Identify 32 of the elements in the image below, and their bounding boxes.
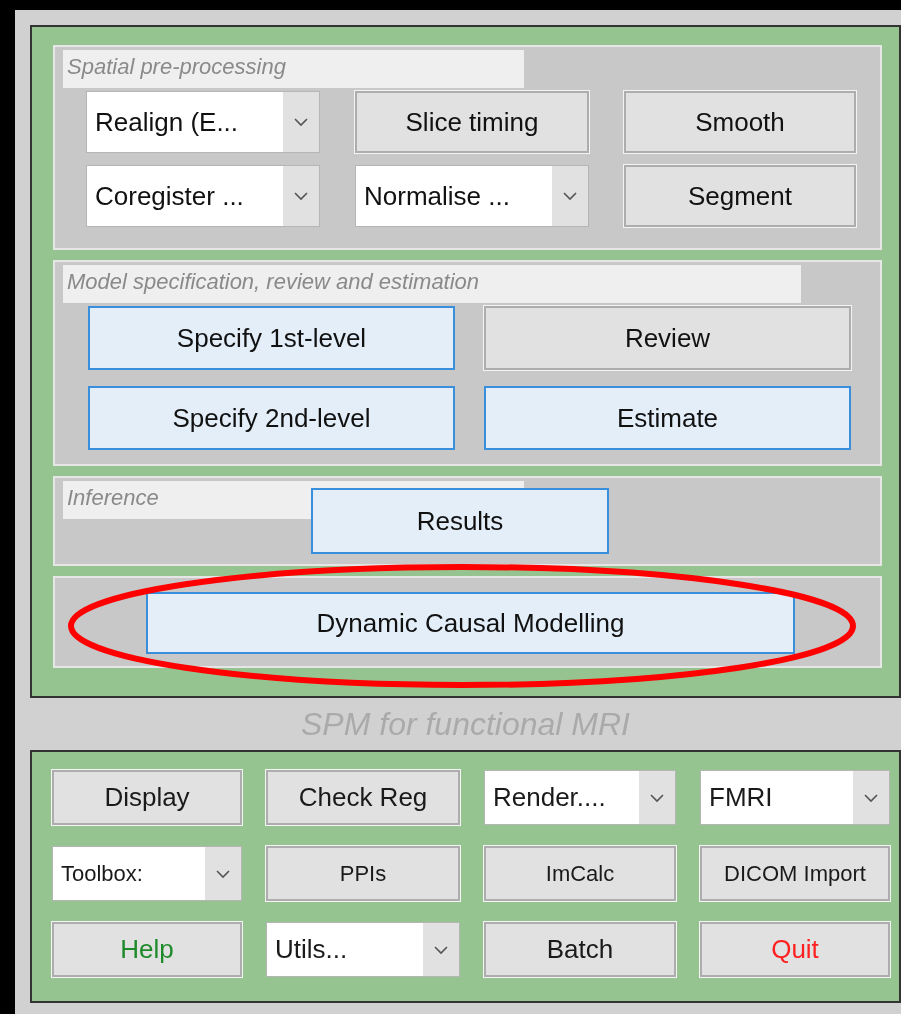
chevron-down-icon [649,792,665,803]
chevron-down-icon [562,191,578,201]
action-button[interactable]: Estimate [484,386,851,450]
action-button[interactable]: Dynamic Causal Modelling [146,592,795,654]
action-button[interactable]: Batch [484,922,676,977]
section-label: Model specification, review and estimation [67,269,480,294]
dropdown[interactable]: Render.... [484,770,676,825]
dropdown[interactable]: Realign (E... [86,91,320,153]
action-button[interactable]: PPIs [266,846,460,901]
dropdown[interactable]: Coregister ... [86,165,320,227]
chevron-down-icon [293,191,309,201]
dropdown[interactable]: Utils... [266,922,460,977]
action-button[interactable]: ImCalc [484,846,676,901]
chevron-down-icon [863,792,879,803]
dropdown[interactable]: Normalise ... [355,165,589,227]
dropdown[interactable]: Toolbox: [52,846,242,901]
action-button[interactable]: Slice timing [355,91,589,153]
action-button[interactable]: Display [52,770,242,825]
chevron-down-icon [293,117,309,127]
action-button[interactable]: Review [484,306,851,370]
action-button[interactable]: Check Reg [266,770,460,825]
chevron-down-icon [215,868,231,879]
action-button[interactable]: Segment [624,165,856,227]
section-label: Inference [67,485,159,510]
chevron-down-icon [433,944,449,955]
action-button[interactable]: Smooth [624,91,856,153]
action-button[interactable]: DICOM Import [700,846,890,901]
action-button[interactable]: Specify 1st-level [88,306,455,370]
action-button[interactable]: Specify 2nd-level [88,386,455,450]
dropdown[interactable]: FMRI [700,770,890,825]
section-label: Spatial pre-processing [67,54,286,79]
action-button[interactable]: Results [311,488,609,554]
